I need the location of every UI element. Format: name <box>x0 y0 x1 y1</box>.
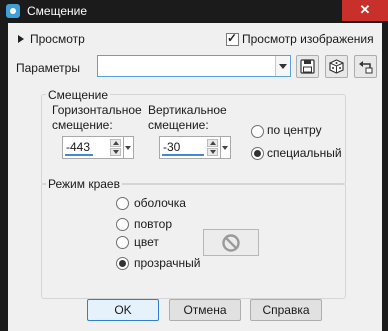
params-dropdown[interactable] <box>97 55 291 77</box>
vertical-offset-label-line2: смещение: <box>148 118 209 132</box>
chevron-up-icon[interactable] <box>207 139 218 147</box>
vertical-offset-label-line1: Вертикальное <box>148 103 227 117</box>
preview-toggle-label[interactable]: Просмотр <box>30 32 85 46</box>
vertical-offset-accent-line <box>162 154 204 156</box>
image-preview-label: Просмотр изображения <box>242 32 374 46</box>
reset-button[interactable] <box>354 55 377 78</box>
params-label: Параметры <box>16 61 80 75</box>
color-swatch <box>203 229 259 256</box>
edge-option-repeat-label[interactable]: повтор <box>134 217 172 231</box>
chevron-down-icon[interactable] <box>275 56 290 76</box>
save-preset-button[interactable] <box>296 55 319 78</box>
save-icon <box>300 59 315 74</box>
dialog-content: Просмотр ✓ Просмотр изображения Параметр… <box>8 23 382 331</box>
edge-option-color-label[interactable]: цвет <box>134 235 159 249</box>
edge-mode-group <box>41 183 346 299</box>
offset-dialog: Смещение ✕ Просмотр ✓ Просмотр изображен… <box>0 0 388 331</box>
cancel-button[interactable]: Отмена <box>169 299 241 321</box>
horizontal-offset-dropdown[interactable] <box>123 136 134 159</box>
edge-option-wrap-label[interactable]: оболочка <box>134 196 186 210</box>
edge-mode-group-title: Режим краев <box>46 177 122 191</box>
edge-radio-color[interactable] <box>116 236 129 249</box>
chevron-down-icon[interactable] <box>110 148 121 156</box>
vertical-offset-stepper[interactable] <box>207 139 218 156</box>
custom-radio[interactable] <box>251 147 264 160</box>
disabled-icon <box>222 234 240 252</box>
horizontal-offset-accent-line <box>65 154 93 156</box>
reset-icon <box>359 61 373 74</box>
chevron-down-icon[interactable] <box>207 148 218 156</box>
horizontal-offset-label-line1: Горизонтальное <box>52 103 142 117</box>
custom-radio-label[interactable]: специальный <box>267 146 342 160</box>
edge-radio-wrap[interactable] <box>116 197 129 210</box>
horizontal-offset-value: -443 <box>66 140 91 154</box>
offset-group-title: Смещение <box>46 88 111 102</box>
vertical-offset-input[interactable]: -30 <box>159 136 231 159</box>
window-frame-right <box>382 23 388 331</box>
random-preset-button[interactable] <box>325 55 348 78</box>
horizontal-offset-stepper[interactable] <box>110 139 121 156</box>
chevron-up-icon[interactable] <box>110 139 121 147</box>
close-button[interactable]: ✕ <box>342 0 388 21</box>
edge-radio-transparent[interactable] <box>116 257 129 270</box>
window-frame-left <box>0 23 8 331</box>
title-bar: Смещение ✕ <box>0 0 388 23</box>
edge-radio-repeat[interactable] <box>116 218 129 231</box>
horizontal-offset-label-line2: смещение: <box>52 118 113 132</box>
app-icon <box>6 4 20 18</box>
edge-option-transparent-label[interactable]: прозрачный <box>134 256 201 270</box>
dice-icon <box>329 59 344 74</box>
horizontal-offset-input[interactable]: -443 <box>62 136 134 159</box>
center-radio[interactable] <box>251 125 264 138</box>
vertical-offset-value: -30 <box>163 140 181 154</box>
ok-button[interactable]: OK <box>87 299 159 321</box>
center-radio-label[interactable]: по центру <box>267 123 322 137</box>
checkmark-icon: ✓ <box>227 31 238 45</box>
window-title: Смещение <box>27 4 88 18</box>
help-button[interactable]: Справка <box>250 299 322 321</box>
expand-arrow-icon[interactable] <box>18 35 24 43</box>
vertical-offset-dropdown[interactable] <box>220 136 231 159</box>
image-preview-checkbox[interactable]: ✓ <box>226 31 239 46</box>
